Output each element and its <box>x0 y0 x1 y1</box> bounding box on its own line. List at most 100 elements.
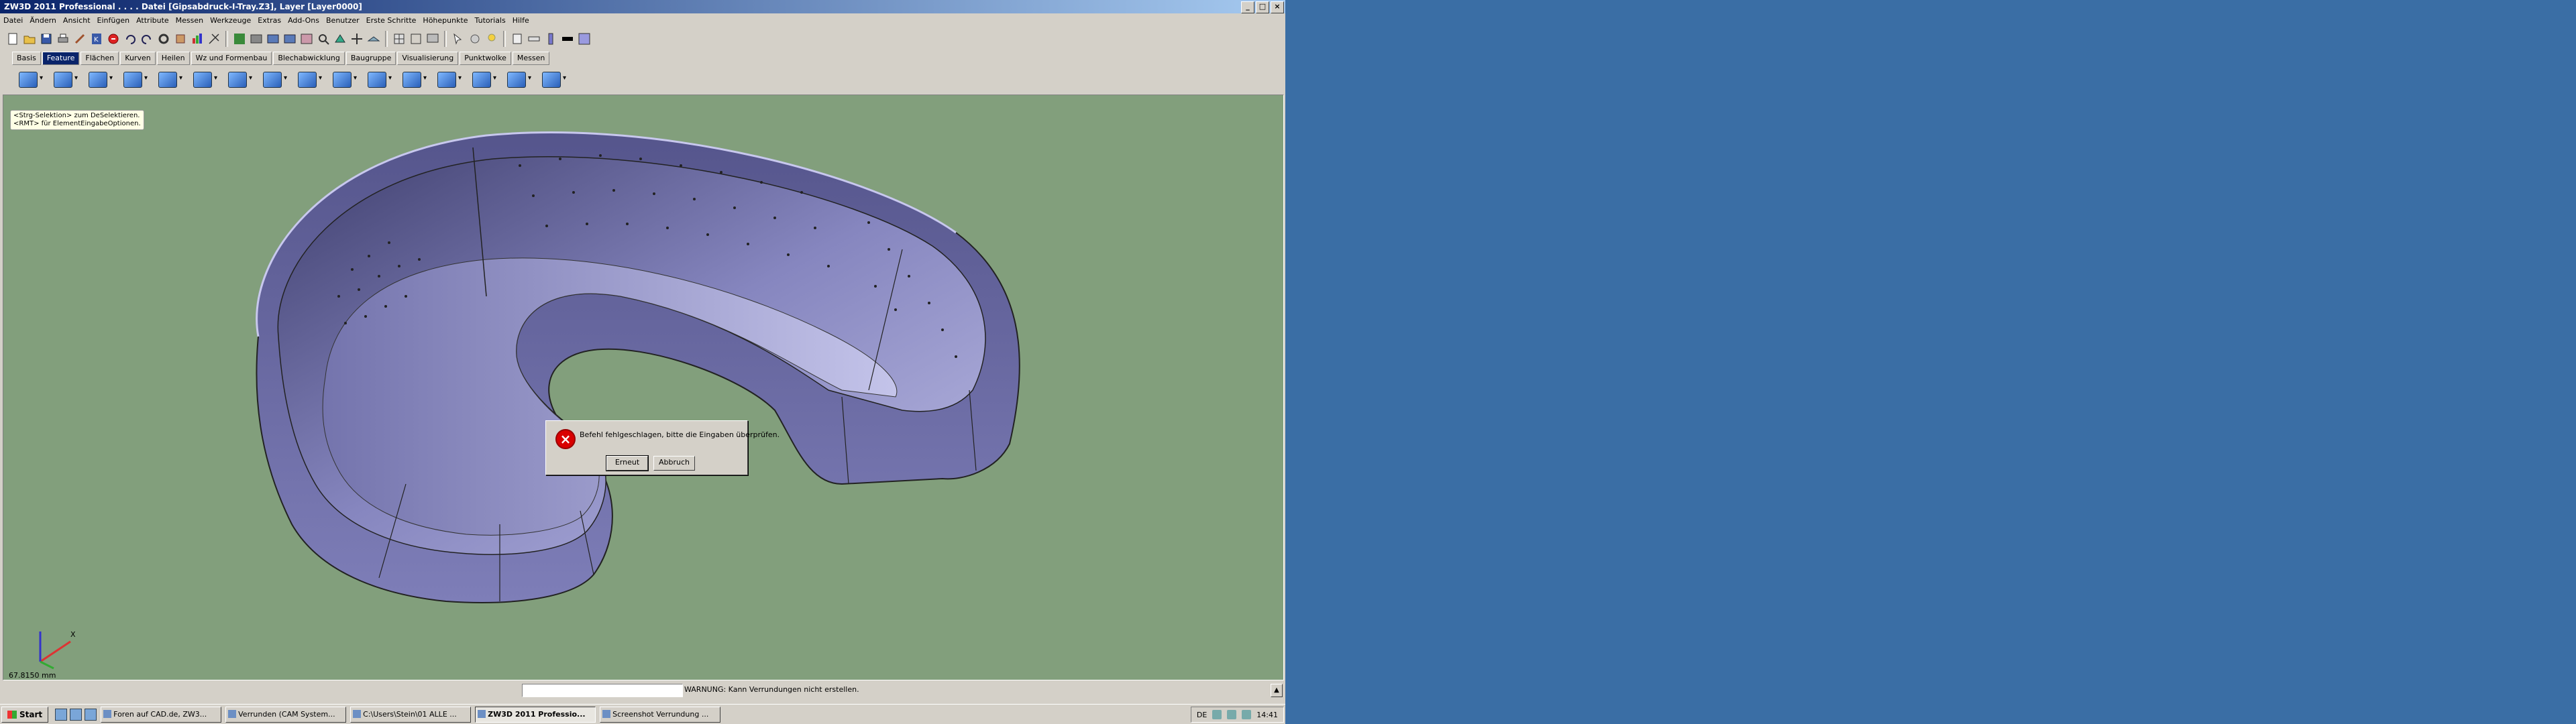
view-front-icon[interactable] <box>249 32 264 46</box>
menu-hilfe[interactable]: Hilfe <box>509 15 533 27</box>
view-section-icon[interactable] <box>299 32 314 46</box>
menu-benutzer[interactable]: Benutzer <box>323 15 363 27</box>
plane-icon[interactable] <box>366 32 381 46</box>
tab-messen[interactable]: Messen <box>512 52 550 65</box>
save-icon[interactable] <box>39 32 54 46</box>
maximize-button[interactable]: □ <box>1256 1 1269 13</box>
tab-punktwolke[interactable]: Punktwolke <box>460 52 511 65</box>
sketch-tool-icon[interactable] <box>207 32 221 46</box>
new-file-icon[interactable] <box>5 32 20 46</box>
retry-button[interactable]: Erneut <box>606 455 649 471</box>
cancel-button[interactable]: Abbruch <box>653 456 695 471</box>
line-color-icon[interactable] <box>560 32 575 46</box>
menu-messen[interactable]: Messen <box>172 15 207 27</box>
start-button[interactable]: Start <box>1 707 49 723</box>
menu-datei[interactable]: Datei <box>0 15 26 27</box>
display-icon[interactable] <box>425 32 440 46</box>
draft-icon[interactable] <box>365 69 392 89</box>
menu-extras[interactable]: Extras <box>254 15 284 27</box>
revolve-icon[interactable] <box>51 69 78 89</box>
sweep-icon[interactable] <box>86 69 113 89</box>
tab-feature[interactable]: Feature <box>42 52 80 65</box>
boolean-icon[interactable] <box>435 69 462 89</box>
tab-baugruppe[interactable]: Baugruppe <box>345 52 396 65</box>
view-fit-icon[interactable] <box>232 32 247 46</box>
menu-attribute[interactable]: Attribute <box>133 15 172 27</box>
mirror-icon[interactable] <box>470 69 496 89</box>
title-bar[interactable]: ZW3D 2011 Professional . . . . Datei [Gi… <box>0 0 1285 13</box>
pattern-icon[interactable] <box>330 69 357 89</box>
loft-icon[interactable] <box>121 69 148 89</box>
command-input[interactable] <box>522 684 683 697</box>
offset-icon[interactable] <box>504 69 531 89</box>
tray-app-icon[interactable] <box>1242 710 1252 719</box>
tab-kurven[interactable]: Kurven <box>120 52 156 65</box>
tab-wz-formenbau[interactable]: Wz und Formenbau <box>191 52 272 65</box>
quicklaunch-explorer-icon[interactable] <box>85 709 97 721</box>
tab-heilen[interactable]: Heilen <box>156 52 190 65</box>
tab-flaechen[interactable]: Flächen <box>80 52 119 65</box>
tab-visualisierung[interactable]: Visualisierung <box>397 52 459 65</box>
chamfer-icon[interactable] <box>260 69 287 89</box>
language-indicator[interactable]: DE <box>1197 711 1207 719</box>
clock[interactable]: 14:41 <box>1256 711 1278 719</box>
tab-blechabwicklung[interactable]: Blechabwicklung <box>273 52 345 65</box>
filter-icon[interactable]: K <box>89 32 104 46</box>
close-button[interactable]: × <box>1271 1 1284 13</box>
face-color-icon[interactable] <box>577 32 592 46</box>
windows-taskbar: Start Foren auf CAD.de, ZW3... Verrunden… <box>0 704 1285 724</box>
zoom-icon[interactable] <box>316 32 331 46</box>
scroll-up-arrow-icon[interactable]: ▲ <box>1271 684 1283 697</box>
minimize-button[interactable]: _ <box>1241 1 1254 13</box>
rotate-icon[interactable] <box>333 32 347 46</box>
windows-logo-icon <box>7 711 17 719</box>
taskbar-item[interactable]: Verrunden (CAM System... <box>225 707 347 723</box>
view-top-icon[interactable] <box>282 32 297 46</box>
fillet-icon[interactable] <box>156 69 182 89</box>
open-folder-icon[interactable] <box>22 32 37 46</box>
taskbar-item-active[interactable]: ZW3D 2011 Professio... <box>475 707 596 723</box>
tray-model[interactable] <box>3 95 1283 680</box>
quicklaunch-browser-icon[interactable] <box>70 709 83 721</box>
split-icon[interactable] <box>400 69 427 89</box>
tab-basis[interactable]: Basis <box>12 52 41 65</box>
taskbar-item[interactable]: C:\Users\Stein\01 ALLE ... <box>350 707 472 723</box>
quicklaunch-desktop-icon[interactable] <box>55 709 68 721</box>
grid-icon[interactable] <box>392 32 407 46</box>
shell-icon[interactable] <box>295 69 322 89</box>
attribute-icon[interactable] <box>543 32 558 46</box>
menu-einfuegen[interactable]: Einfügen <box>94 15 133 27</box>
taskbar-item[interactable]: Foren auf CAD.de, ZW3... <box>101 707 222 723</box>
menu-aendern[interactable]: Ändern <box>26 15 60 27</box>
tool-icon[interactable] <box>173 32 188 46</box>
menu-erste-schritte[interactable]: Erste Schritte <box>363 15 420 27</box>
measure-icon[interactable] <box>527 32 541 46</box>
extrude-icon[interactable] <box>16 69 43 89</box>
tray-network-icon[interactable] <box>1227 710 1237 719</box>
menu-ansicht[interactable]: Ansicht <box>60 15 94 27</box>
view-iso-icon[interactable] <box>266 32 280 46</box>
menu-tutorials[interactable]: Tutorials <box>472 15 509 27</box>
menu-hoehepunkte[interactable]: Höhepunkte <box>419 15 471 27</box>
stop-icon[interactable] <box>106 32 121 46</box>
redo-icon[interactable] <box>140 32 154 46</box>
layer-icon[interactable] <box>510 32 525 46</box>
settings-gear-icon[interactable] <box>156 32 171 46</box>
menu-addons[interactable]: Add-Ons <box>284 15 323 27</box>
taskbar-item[interactable]: Screenshot Verrundung ... <box>600 707 721 723</box>
light-icon[interactable] <box>484 32 499 46</box>
3d-viewport[interactable]: <Strg-Selektion> zum DeSelektieren. <RMT… <box>3 95 1284 680</box>
cylinder-icon[interactable] <box>191 69 217 89</box>
select-icon[interactable] <box>451 32 466 46</box>
wireframe-icon[interactable] <box>409 32 423 46</box>
tray-volume-icon[interactable] <box>1212 710 1222 719</box>
undo-icon[interactable] <box>123 32 138 46</box>
print-icon[interactable] <box>56 32 70 46</box>
snap-icon[interactable] <box>468 32 482 46</box>
thicken-icon[interactable] <box>539 69 566 89</box>
pick-icon[interactable] <box>72 32 87 46</box>
menu-werkzeuge[interactable]: Werkzeuge <box>207 15 254 27</box>
chart-icon[interactable] <box>190 32 205 46</box>
pan-icon[interactable] <box>350 32 364 46</box>
hole-icon[interactable] <box>225 69 252 89</box>
